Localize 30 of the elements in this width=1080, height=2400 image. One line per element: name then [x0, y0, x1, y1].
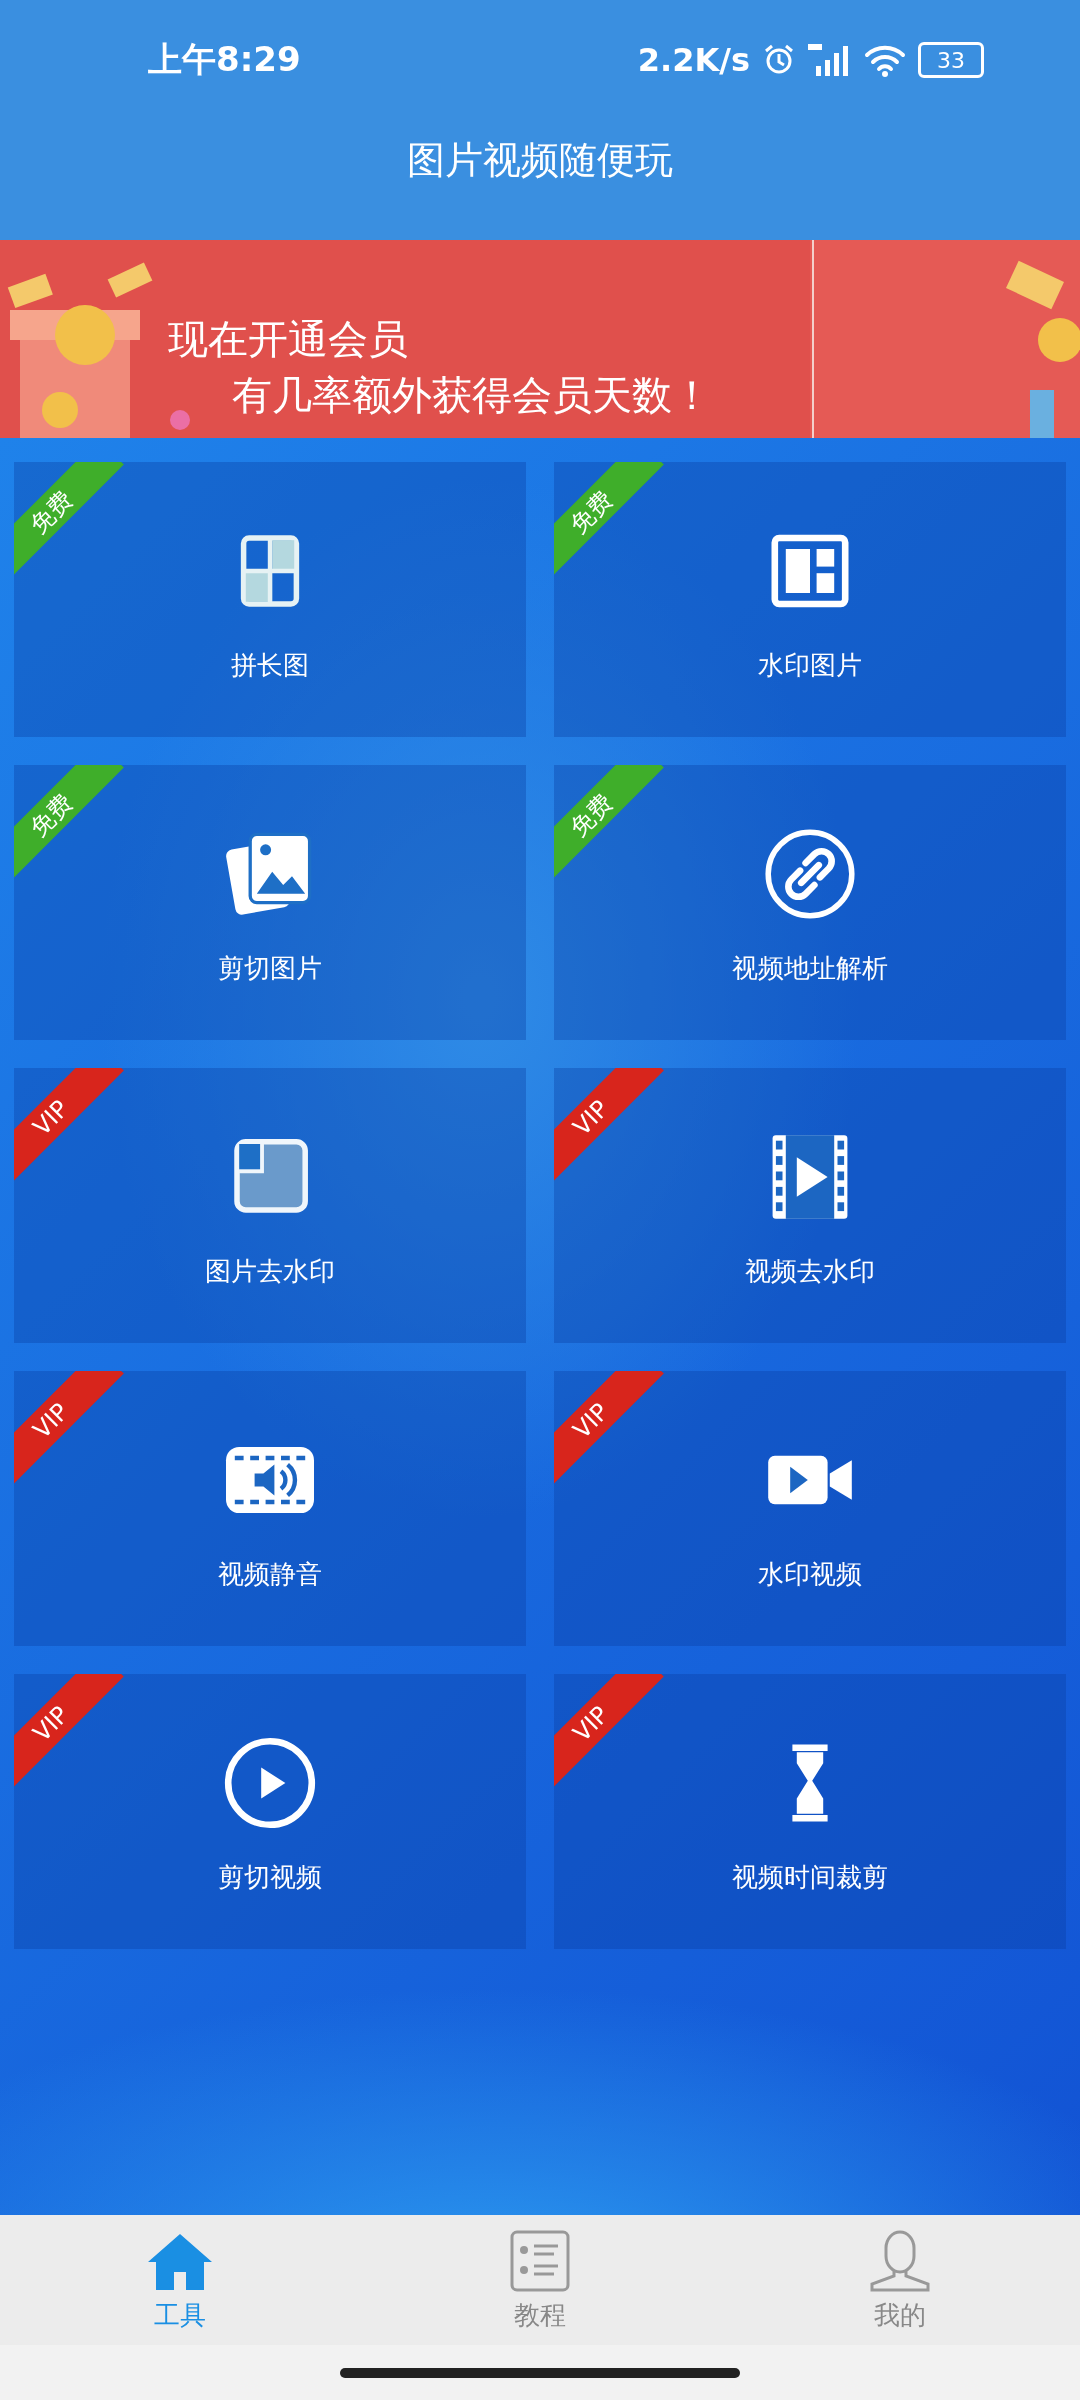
tool-label: 剪切图片	[218, 952, 322, 985]
tool-label: 视频地址解析	[732, 952, 888, 985]
tool-label: 水印视频	[758, 1558, 862, 1591]
tool-label: 拼长图	[231, 649, 309, 682]
page-title: 图片视频随便玩	[407, 136, 673, 184]
tool-label: 视频时间裁剪	[732, 1861, 888, 1894]
home-indicator[interactable]	[340, 2367, 740, 2378]
tool-tile[interactable]: VIP 视频静音	[14, 1371, 526, 1646]
tool-tile[interactable]: VIP 水印视频	[554, 1371, 1066, 1646]
promo-banner[interactable]: 现在开通会员 有几率额外获得会员天数！	[0, 240, 1080, 438]
tool-tile[interactable]: VIP 视频去水印	[554, 1068, 1066, 1343]
tool-tile[interactable]: VIP 剪切视频	[14, 1674, 526, 1949]
tool-tile[interactable]: 免费 水印图片	[554, 462, 1066, 737]
tool-label: 图片去水印	[205, 1255, 335, 1288]
tool-label: 剪切视频	[218, 1861, 322, 1894]
tool-tile[interactable]: 免费 视频地址解析	[554, 765, 1066, 1040]
tool-tile[interactable]: 免费 拼长图	[14, 462, 526, 737]
status-time: 上午8:29	[148, 38, 301, 81]
wifi-icon	[864, 43, 906, 77]
tab-button[interactable]: 教程	[440, 2226, 640, 2334]
battery-icon: 33	[918, 42, 984, 78]
tool-tile[interactable]: VIP 图片去水印	[14, 1068, 526, 1343]
banner-subtitle: 有几率额外获得会员天数！	[232, 371, 712, 420]
network-speed: 2.2K/s	[637, 41, 750, 79]
tool-label: 视频静音	[218, 1558, 322, 1591]
tool-label: 水印图片	[758, 649, 862, 682]
tool-tile[interactable]: VIP 视频时间裁剪	[554, 1674, 1066, 1949]
tool-tile[interactable]: 免费 剪切图片	[14, 765, 526, 1040]
banner-headline: 现在开通会员	[168, 315, 408, 364]
tool-label: 视频去水印	[745, 1255, 875, 1288]
